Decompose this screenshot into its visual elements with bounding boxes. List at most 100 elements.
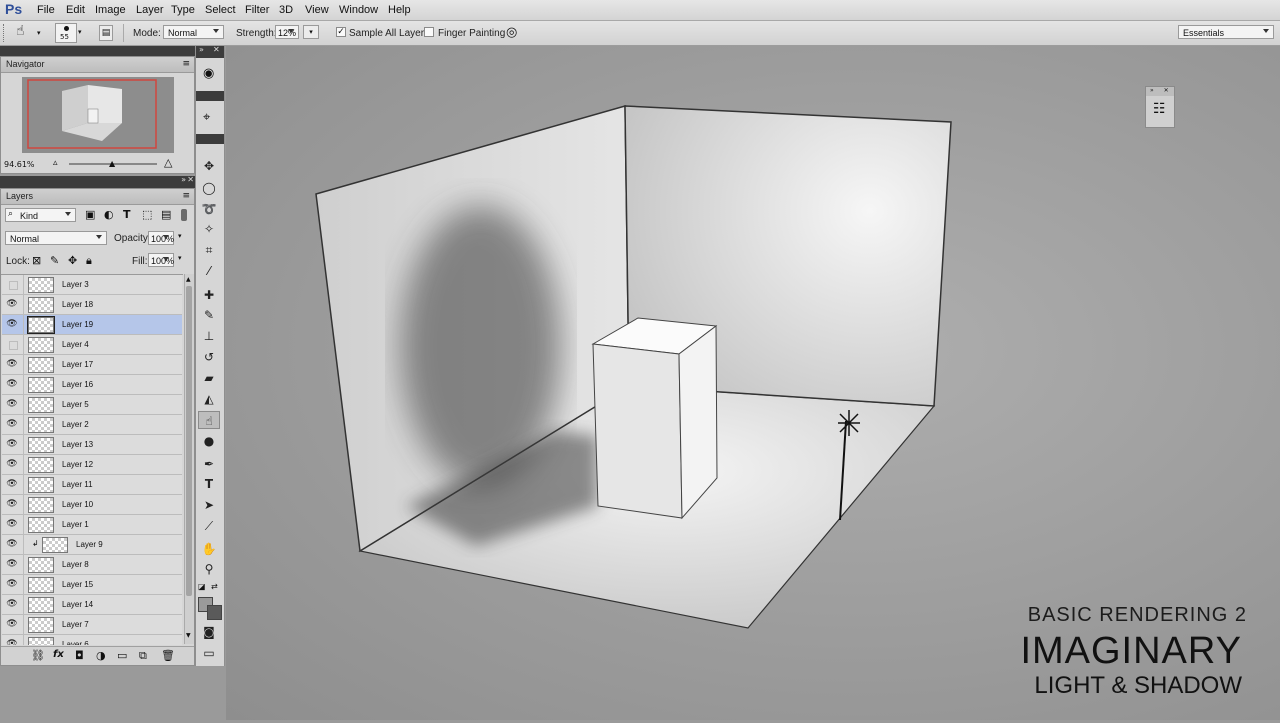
strength-slider-arrow-icon[interactable]: ▾ [303, 25, 319, 39]
visibility-eye-icon[interactable] [6, 339, 18, 350]
layer-name[interactable]: Layer 19 [62, 320, 93, 329]
tools-collapse-icon[interactable]: » [199, 45, 204, 54]
layer-name[interactable]: Layer 8 [62, 560, 89, 569]
visibility-eye-icon[interactable]: 👁︎ [6, 519, 18, 530]
zoom-out-icon[interactable]: ▵ [53, 158, 58, 168]
3d-panel-icon[interactable]: ◉ [203, 66, 214, 81]
layer-row[interactable]: 👁︎ Layer 11 [2, 475, 182, 495]
navigator-title[interactable]: Navigator [6, 59, 45, 69]
paint-bucket-tool-icon[interactable]: ◭ [198, 390, 220, 408]
layer-name[interactable]: Layer 3 [62, 280, 89, 289]
visibility-eye-icon[interactable]: 👁︎ [6, 559, 18, 570]
layers-scrollbar[interactable]: ▲ ▼ [184, 274, 194, 644]
menu-layer[interactable]: Layer [136, 4, 164, 16]
visibility-eye-icon[interactable]: 👁︎ [6, 619, 18, 630]
menu-edit[interactable]: Edit [66, 4, 85, 16]
layer-thumbnail[interactable] [28, 457, 54, 473]
opacity-input[interactable]: 100% [148, 231, 174, 245]
layer-name[interactable]: Layer 12 [62, 460, 93, 469]
screen-mode-icon[interactable]: ▭ [198, 644, 220, 662]
brush-tool-icon[interactable]: ✎ [198, 306, 220, 324]
sample-all-layers-checkbox[interactable]: ✓ [336, 27, 346, 37]
brush-panel-toggle-icon[interactable]: ▤ [99, 25, 113, 41]
link-layers-icon[interactable]: ⛓︎ [31, 649, 45, 662]
layer-row[interactable]: 👁︎ Layer 14 [2, 595, 182, 615]
fill-arrow-icon[interactable]: ▾ [178, 254, 182, 262]
layer-thumbnail[interactable] [28, 277, 54, 293]
smudge-tool-icon[interactable]: ☝ [198, 411, 220, 429]
opacity-arrow-icon[interactable]: ▾ [178, 232, 182, 240]
eyedropper-tool-icon[interactable]: ⁄ [198, 262, 220, 280]
swap-colors-icon[interactable]: ⇄ [211, 582, 218, 591]
background-color-swatch[interactable] [207, 605, 222, 620]
layer-row[interactable]: 👁︎ Layer 7 [2, 615, 182, 635]
lasso-tool-icon[interactable]: ➰ [198, 200, 220, 218]
layer-row[interactable]: Layer 3 [2, 275, 182, 295]
workspace-select[interactable]: Essentials [1178, 25, 1274, 39]
finger-painting-checkbox[interactable] [424, 27, 434, 37]
visibility-eye-icon[interactable]: 👁︎ [6, 379, 18, 390]
layer-row[interactable]: 👁︎ ↲ Layer 9 [2, 535, 182, 555]
default-colors-icon[interactable]: ◪ [198, 582, 206, 591]
scroll-up-icon[interactable]: ▲ [186, 276, 191, 283]
smudge-tool-preset-icon[interactable]: ☝ [16, 23, 25, 39]
paths-panel-icon[interactable]: ⌖ [203, 110, 210, 125]
dock-expand-icon[interactable]: » [1150, 87, 1154, 94]
options-grip[interactable] [3, 24, 7, 42]
new-layer-icon[interactable]: ⧉ [139, 649, 147, 663]
layer-thumbnail[interactable] [28, 297, 54, 313]
type-tool-icon[interactable]: T [198, 475, 220, 493]
menu-3d[interactable]: 3D [279, 4, 293, 16]
layer-name[interactable]: Layer 2 [62, 420, 89, 429]
menu-help[interactable]: Help [388, 4, 411, 16]
visibility-eye-icon[interactable]: 👁︎ [6, 499, 18, 510]
new-adjustment-layer-icon[interactable]: ◑ [96, 649, 106, 662]
layer-thumbnail[interactable] [28, 337, 54, 353]
marquee-tool-icon[interactable]: ◯ [198, 179, 220, 197]
layer-filter-kind-select[interactable]: Kind [5, 208, 76, 222]
fill-input[interactable]: 100% [148, 253, 174, 267]
history-brush-tool-icon[interactable]: ↺ [198, 348, 220, 366]
layer-thumbnail[interactable] [28, 497, 54, 513]
layer-thumbnail[interactable] [28, 637, 54, 645]
lock-transparent-icon[interactable]: ⊠ [32, 254, 41, 267]
layer-row[interactable]: 👁︎ Layer 6 [2, 635, 182, 645]
pen-tool-icon[interactable]: ✒ [198, 455, 220, 473]
zoom-tool-icon[interactable]: ⚲ [198, 560, 220, 578]
layer-name[interactable]: Layer 13 [62, 440, 93, 449]
filter-pixel-icon[interactable]: ▣ [85, 208, 95, 221]
layer-row[interactable]: 👁︎ Layer 2 [2, 415, 182, 435]
filter-adjustment-icon[interactable]: ◐ [104, 208, 114, 221]
layer-row[interactable]: 👁︎ Layer 10 [2, 495, 182, 515]
zoom-in-icon[interactable]: △ [164, 156, 172, 169]
layer-name[interactable]: Layer 17 [62, 360, 93, 369]
layer-thumbnail[interactable] [28, 477, 54, 493]
menu-type[interactable]: Type [171, 4, 195, 16]
layers-title[interactable]: Layers [6, 191, 33, 201]
menu-window[interactable]: Window [339, 4, 378, 16]
lock-image-icon[interactable]: ✎ [50, 254, 59, 267]
filter-smart-object-icon[interactable]: ▤ [161, 208, 171, 221]
hand-tool-icon[interactable]: ✋ [198, 540, 220, 558]
layer-thumbnail[interactable] [28, 357, 54, 373]
visibility-eye-icon[interactable]: 👁︎ [6, 359, 18, 370]
path-selection-tool-icon[interactable]: ➤ [198, 496, 220, 514]
add-mask-icon[interactable]: ◘ [75, 649, 84, 662]
layer-name[interactable]: Layer 18 [62, 300, 93, 309]
layer-thumbnail[interactable] [28, 397, 54, 413]
layer-row[interactable]: 👁︎ Layer 5 [2, 395, 182, 415]
layer-name[interactable]: Layer 6 [62, 640, 89, 645]
dock-close-icon[interactable]: ✕ [1164, 87, 1169, 94]
menu-filter[interactable]: Filter [245, 4, 269, 16]
visibility-eye-icon[interactable]: 👁︎ [6, 479, 18, 490]
layer-name[interactable]: Layer 5 [62, 400, 89, 409]
layer-row[interactable]: 👁︎ Layer 18 [2, 295, 182, 315]
menu-image[interactable]: Image [95, 4, 126, 16]
visibility-eye-icon[interactable]: 👁︎ [6, 399, 18, 410]
eraser-tool-icon[interactable]: ▰ [198, 369, 220, 387]
layer-thumbnail[interactable] [28, 597, 54, 613]
layer-name[interactable]: Layer 9 [76, 540, 103, 549]
visibility-eye-icon[interactable]: 👁︎ [6, 299, 18, 310]
collapse-icon[interactable]: » [181, 175, 186, 184]
navigator-zoom-value[interactable]: 94.61% [4, 160, 35, 169]
